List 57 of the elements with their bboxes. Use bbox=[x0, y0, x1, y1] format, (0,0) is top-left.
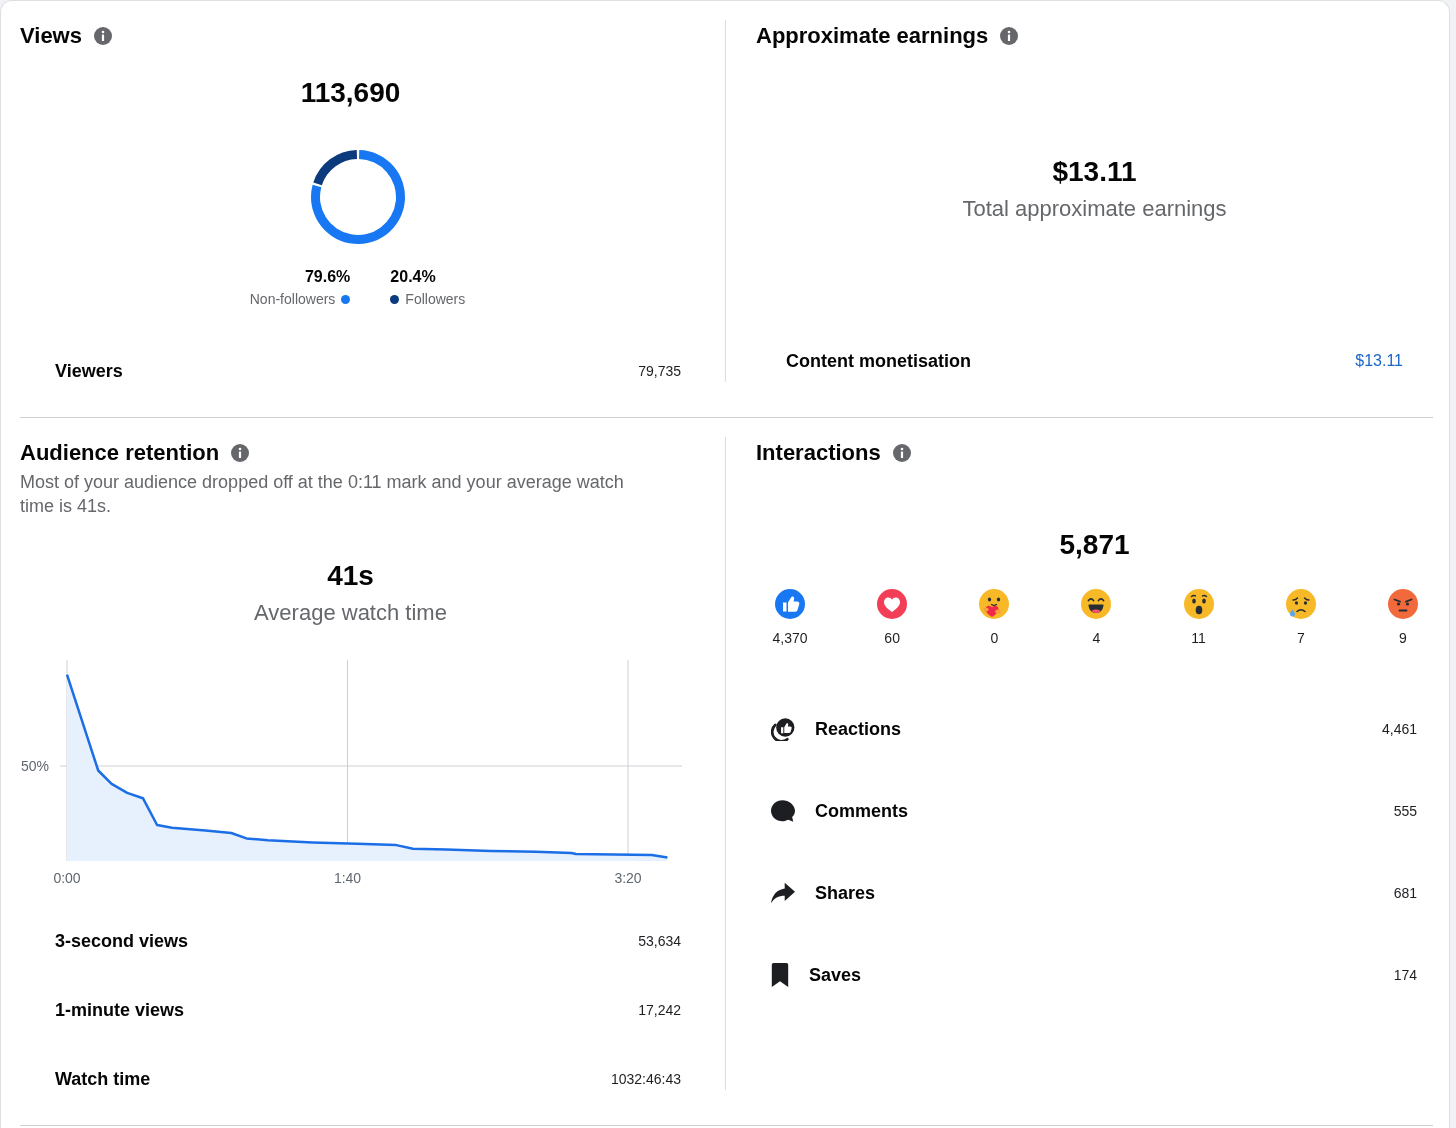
section-title: Approximate earnings bbox=[756, 22, 989, 50]
section-title: Views bbox=[20, 22, 82, 50]
stat-label: 3-second views bbox=[55, 930, 189, 952]
speech-bubble-icon bbox=[771, 799, 795, 823]
x-axis-label: 0:00 bbox=[53, 870, 81, 886]
y-axis-label: 50% bbox=[21, 758, 50, 774]
legend-label: Non-followers bbox=[249, 290, 336, 308]
stat-value: 53,634 bbox=[638, 932, 681, 951]
stat-label: Saves bbox=[809, 964, 862, 986]
stat-value: 174 bbox=[1393, 966, 1417, 985]
x-axis-label: 3:20 bbox=[614, 870, 642, 886]
legend-percentage: 20.4% bbox=[390, 268, 436, 286]
thumbs-up-icon bbox=[775, 589, 805, 619]
bookmark-icon bbox=[771, 963, 789, 987]
info-icon[interactable] bbox=[892, 444, 911, 462]
section-title: Interactions bbox=[756, 439, 881, 467]
laughing-face-icon bbox=[1081, 589, 1112, 619]
headline-number: 113,690 bbox=[300, 76, 401, 110]
stat-value: 1032:46:43 bbox=[610, 1070, 681, 1089]
stat-value: 555 bbox=[1393, 802, 1417, 821]
earnings-link[interactable]: $13.11 bbox=[1355, 351, 1403, 371]
stat-value: 681 bbox=[1393, 884, 1417, 903]
thumbs-up-circle-icon bbox=[771, 717, 795, 741]
reaction-count: 60 bbox=[884, 629, 900, 647]
crying-face-icon bbox=[1285, 589, 1316, 619]
info-icon[interactable] bbox=[1000, 27, 1019, 45]
stat-value: 17,242 bbox=[638, 1001, 681, 1020]
headline-caption: Total approximate earnings bbox=[962, 195, 1227, 223]
stat-label: Reactions bbox=[815, 718, 902, 740]
reaction-count: 4 bbox=[1092, 629, 1101, 647]
headline-number: 5,871 bbox=[1059, 528, 1130, 562]
angry-face-icon bbox=[1387, 589, 1418, 619]
headline-caption: Average watch time bbox=[254, 599, 447, 627]
stat-value: 79,735 bbox=[638, 362, 681, 381]
stat-label: Viewers bbox=[55, 360, 123, 382]
stat-label: Shares bbox=[815, 882, 876, 904]
stat-label: Watch time bbox=[55, 1068, 151, 1090]
stat-label: Content monetisation bbox=[786, 350, 971, 372]
legend-percentage: 79.6% bbox=[304, 268, 351, 286]
section-description: Most of your audience dropped off at the 0:11 mark and your average watch time is 41s. bbox=[20, 471, 625, 518]
reaction-count: 7 bbox=[1296, 629, 1305, 647]
reaction-count: 0 bbox=[990, 629, 999, 647]
x-axis-label: 1:40 bbox=[333, 870, 362, 886]
reaction-count: 9 bbox=[1399, 629, 1407, 647]
stat-label: 1-minute views bbox=[55, 999, 185, 1021]
surprised-face-icon bbox=[1183, 589, 1214, 619]
share-icon bbox=[771, 881, 795, 905]
section-title: Audience retention bbox=[20, 439, 220, 467]
headline-number: 41s bbox=[327, 559, 374, 593]
legend-label: Followers bbox=[405, 290, 466, 308]
info-icon[interactable] bbox=[94, 27, 112, 45]
reaction-count: 4,370 bbox=[772, 629, 808, 647]
headline-number: $13.11 bbox=[1052, 155, 1137, 189]
stat-value: 4,461 bbox=[1381, 720, 1417, 739]
info-icon[interactable] bbox=[231, 444, 250, 462]
reaction-count: 11 bbox=[1191, 629, 1206, 647]
stat-label: Comments bbox=[815, 800, 908, 822]
